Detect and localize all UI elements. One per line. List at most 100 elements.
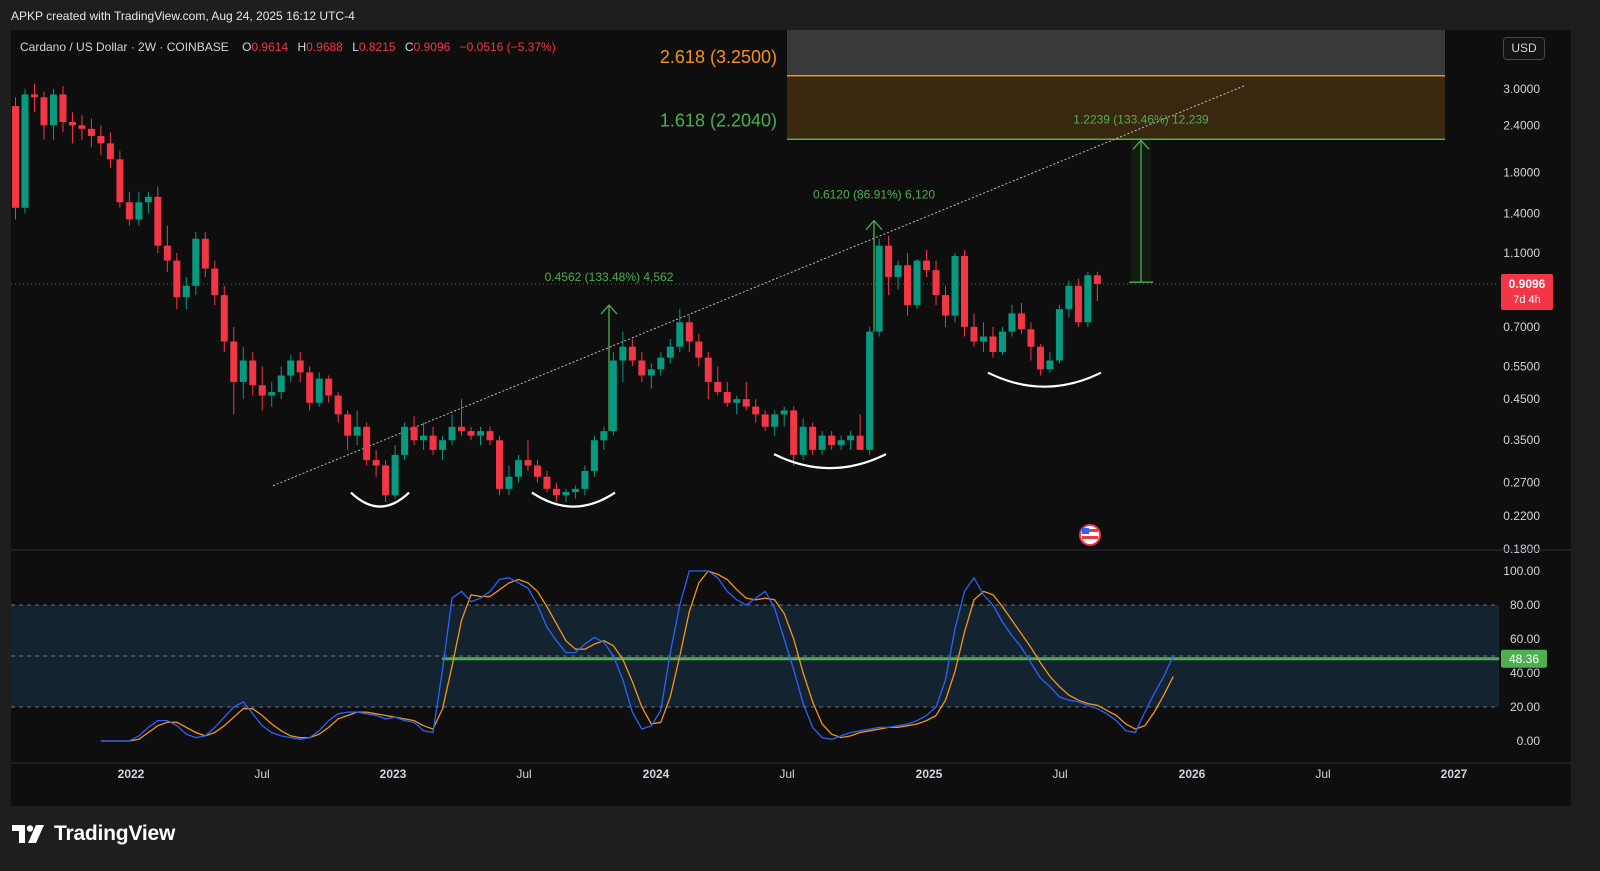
candle-body bbox=[239, 360, 247, 382]
candle-body bbox=[21, 94, 29, 208]
cup-arc bbox=[773, 453, 887, 470]
time-axis-tick: 2026 bbox=[1179, 767, 1206, 781]
price-axis-tick: 2.4000 bbox=[1503, 118, 1540, 132]
candle-body bbox=[201, 238, 209, 269]
candle-body bbox=[875, 245, 883, 332]
candle-body bbox=[723, 392, 731, 403]
candle-body bbox=[334, 395, 342, 415]
candle-body bbox=[1046, 360, 1054, 370]
stochastic-axis-tick: 60.00 bbox=[1510, 632, 1540, 646]
high-value: 0.9688 bbox=[306, 40, 343, 54]
candle-body bbox=[315, 378, 323, 403]
candle-body bbox=[590, 440, 598, 472]
candle-body bbox=[477, 431, 485, 436]
candle-body bbox=[467, 431, 475, 436]
time-axis-tick: Jul bbox=[516, 767, 531, 781]
measure-label-1: 0.4562 (133.48%) 4,562 bbox=[545, 270, 674, 284]
candle-body bbox=[220, 295, 228, 342]
candle-body bbox=[277, 375, 285, 393]
candle-body bbox=[258, 385, 266, 396]
symbol-legend: Cardano / US Dollar · 2W · COINBASE O0.9… bbox=[20, 40, 562, 54]
candle-body bbox=[486, 431, 494, 441]
candle-body bbox=[30, 94, 38, 98]
price-axis-tick: 0.5500 bbox=[1503, 359, 1540, 373]
price-axis-tick: 1.4000 bbox=[1503, 207, 1540, 221]
candle-body bbox=[78, 125, 86, 129]
close-value: 0.9096 bbox=[413, 40, 451, 54]
candle-body bbox=[894, 265, 902, 277]
candle-body bbox=[401, 426, 409, 455]
candle-body bbox=[998, 331, 1006, 353]
cup-arc bbox=[987, 371, 1102, 388]
candle-body bbox=[695, 341, 703, 358]
time-axis-tick: 2022 bbox=[118, 767, 145, 781]
chart-area[interactable]: 2.618 (3.2500) 1.618 (2.2040) 0.4562 (133.… bbox=[11, 30, 1571, 806]
currency-button[interactable]: USD bbox=[1503, 37, 1545, 60]
symbol-name[interactable]: Cardano / US Dollar · 2W · COINBASE bbox=[20, 40, 229, 54]
candle-body bbox=[448, 426, 456, 441]
candle-body bbox=[676, 322, 684, 347]
candle-body bbox=[135, 202, 143, 220]
candle-body bbox=[524, 460, 532, 466]
stochastic-axis-tick: 20.00 bbox=[1510, 700, 1540, 714]
price-axis-tick: 0.2700 bbox=[1503, 476, 1540, 490]
tradingview-logo[interactable]: TradingView bbox=[12, 822, 175, 846]
candle-body bbox=[505, 476, 513, 489]
snapshot-caption: APKP created with TradingView.com, Aug 2… bbox=[11, 9, 355, 23]
candle-body bbox=[771, 414, 779, 427]
candle-body bbox=[657, 357, 665, 370]
candle-body bbox=[828, 435, 836, 445]
candle-body bbox=[885, 245, 893, 277]
candle-body bbox=[1036, 346, 1044, 370]
candle-body bbox=[439, 440, 447, 450]
candle-body bbox=[790, 410, 798, 455]
time-axis-tick: Jul bbox=[1052, 767, 1067, 781]
candle-body bbox=[638, 360, 646, 376]
candle-body bbox=[961, 255, 968, 327]
candle-body bbox=[752, 406, 760, 415]
candle-body bbox=[106, 143, 114, 160]
candle-body bbox=[363, 426, 371, 461]
candle-body bbox=[970, 326, 978, 342]
close-label: C bbox=[404, 40, 414, 54]
candle-body bbox=[847, 435, 855, 441]
candle-body bbox=[742, 399, 750, 407]
measure-label-3: 1.2239 (133.46%) 12,239 bbox=[1073, 112, 1209, 126]
cup-arc bbox=[531, 491, 616, 508]
cup-arc bbox=[350, 491, 410, 508]
candle-body bbox=[571, 488, 579, 493]
candle-body bbox=[211, 268, 219, 296]
candle-body bbox=[249, 360, 257, 386]
candle-body bbox=[230, 341, 238, 382]
candle-body bbox=[581, 471, 589, 489]
candle-body bbox=[192, 238, 200, 286]
fib-zone-upper bbox=[787, 30, 1445, 76]
trend-line bbox=[272, 84, 1247, 487]
candle-body bbox=[552, 488, 560, 496]
candle-body bbox=[628, 346, 636, 361]
candle-body bbox=[942, 295, 950, 316]
candle-body bbox=[979, 336, 987, 342]
stochastic-axis-tick: 100.00 bbox=[1503, 564, 1540, 578]
price-axis-tick: 1.8000 bbox=[1503, 165, 1540, 179]
price-axis-tick: 0.1800 bbox=[1503, 542, 1540, 556]
candle-body bbox=[287, 360, 295, 376]
candle-body bbox=[68, 121, 76, 126]
price-chart-svg[interactable]: 2.618 (3.2500) 1.618 (2.2040) 0.4562 (133.… bbox=[11, 30, 1571, 806]
candle-body bbox=[609, 360, 617, 432]
price-axis-tick: 3.0000 bbox=[1503, 82, 1540, 96]
last-price-label: 0.9096 bbox=[1509, 277, 1546, 291]
candle-body bbox=[904, 265, 912, 306]
candle-body bbox=[420, 435, 428, 441]
time-axis-tick: 2025 bbox=[916, 767, 943, 781]
fib-zone-lower bbox=[787, 75, 1445, 140]
candle-body bbox=[1084, 275, 1092, 323]
candle-body bbox=[391, 454, 399, 496]
candle-body bbox=[932, 270, 940, 296]
price-axis-tick: 0.3500 bbox=[1503, 433, 1540, 447]
time-axis-tick: 2027 bbox=[1441, 767, 1468, 781]
candle-body bbox=[306, 372, 314, 403]
candle-body bbox=[514, 460, 522, 477]
low-label: L bbox=[352, 40, 359, 54]
us-flag-event-icon bbox=[1082, 536, 1098, 539]
